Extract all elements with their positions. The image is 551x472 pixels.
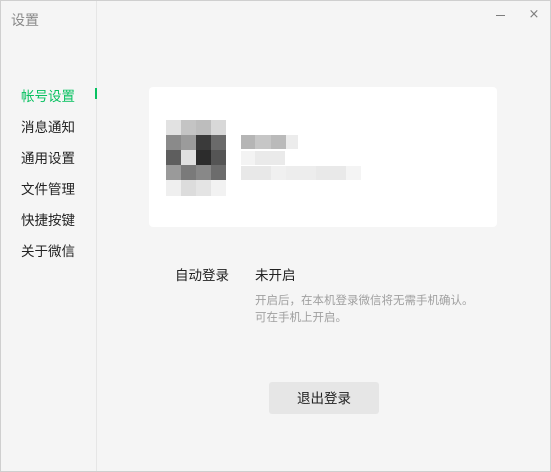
auto-login-label: 自动登录 xyxy=(175,268,229,284)
settings-window: 设置 × 帐号设置 消息通知 通用设置 文件管理 快捷按键 关于微信 自动登录 … xyxy=(0,0,551,472)
auto-login-hint: 开启后，在本机登录微信将无需手机确认。 可在手机上开启。 xyxy=(255,292,525,326)
close-button[interactable]: × xyxy=(522,5,546,25)
sidebar-item-account-settings[interactable]: 帐号设置 xyxy=(21,85,75,105)
sidebar-item-shortcut-keys[interactable]: 快捷按键 xyxy=(21,209,75,229)
sidebar-item-about-wechat[interactable]: 关于微信 xyxy=(21,240,75,260)
minimize-button[interactable] xyxy=(488,5,512,25)
avatar xyxy=(166,120,226,196)
close-icon: × xyxy=(528,7,540,22)
auto-login-hint-line-1: 开启后，在本机登录微信将无需手机确认。 xyxy=(255,293,474,307)
minimize-icon xyxy=(495,14,505,16)
account-name-blurred xyxy=(241,135,371,185)
sidebar-item-general-settings[interactable]: 通用设置 xyxy=(21,147,75,167)
auto-login-status[interactable]: 未开启 xyxy=(255,264,296,284)
active-tab-indicator xyxy=(95,88,97,99)
logout-button[interactable]: 退出登录 xyxy=(269,382,379,414)
settings-sidebar: 帐号设置 消息通知 通用设置 文件管理 快捷按键 关于微信 xyxy=(1,1,97,471)
auto-login-hint-line-2: 可在手机上开启。 xyxy=(255,310,347,324)
account-card xyxy=(149,87,497,227)
sidebar-item-message-notifications[interactable]: 消息通知 xyxy=(21,116,75,136)
sidebar-item-file-management[interactable]: 文件管理 xyxy=(21,178,75,198)
